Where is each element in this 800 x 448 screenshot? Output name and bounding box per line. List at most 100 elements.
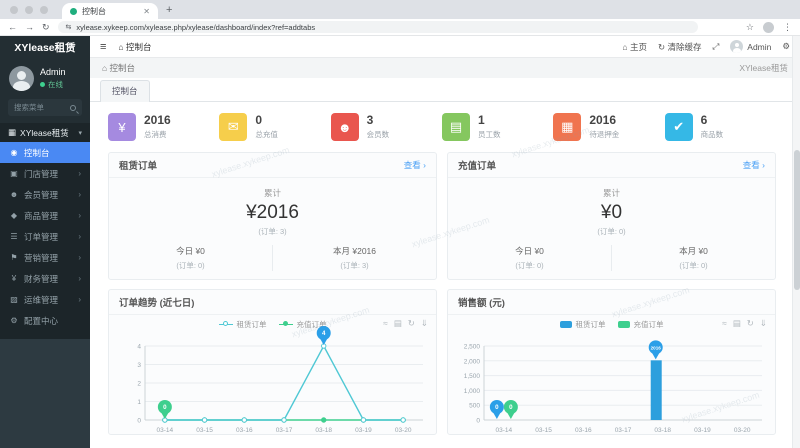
svg-text:0: 0 [137,418,141,425]
panel-title: 充值订单 [458,161,497,172]
back-icon[interactable]: ← [8,22,17,32]
svg-text:0: 0 [509,404,513,411]
check-icon: ✔ [664,113,693,141]
stat-pending-deposit: ▦ 2016 待退押金 [553,113,664,141]
svg-text:0: 0 [495,404,499,411]
today-stat: 今日 ¥0 (订单: 0) [109,245,273,271]
scrollbar-thumb[interactable] [794,150,800,290]
svg-text:0: 0 [163,404,167,411]
browser-actions: ☆ ⋮ [746,21,792,33]
tab-dashboard[interactable]: 控制台 [100,80,150,102]
home-icon: ⌂ [118,41,124,52]
clear-cache-link[interactable]: ↻ 清除缓存 [658,41,702,53]
sidebar-item-dashboard[interactable]: ◉ 控制台 [0,142,90,163]
view-link[interactable]: 查看 › [743,159,765,171]
sidebar-item-members[interactable]: ☻ 会员管理 › [0,184,90,205]
stat-label: 总消费 [144,130,167,139]
dashboard-icon: ◉ [10,148,18,157]
user-status: 在线 [40,79,66,90]
total-amount: ¥2016 [246,202,299,223]
hamburger-icon[interactable]: ≡ [100,41,106,53]
reload-icon[interactable]: ↻ [42,22,50,33]
svg-text:1,500: 1,500 [463,373,480,380]
svg-text:03-20: 03-20 [394,427,411,434]
grid-icon: ▦ [553,113,582,141]
dashboard-content: xylease.xykeep.com xylease.xykeep.com xy… [90,102,800,448]
download-icon[interactable]: ⇓ [421,318,428,329]
breadcrumb-dashboard[interactable]: ⌂ 控制台 [102,62,135,74]
svg-text:500: 500 [469,403,480,410]
sidebar-menu: ▦ XYlease租赁 ▾ ◉ 控制台 ▣ 门店管理 › ☻ 会员管理 › ◆ … [0,123,90,339]
bar-chart-icon[interactable]: ▤ [394,318,402,329]
bar-chart-icon[interactable]: ▤ [733,318,741,329]
line-chart-icon[interactable]: ≈ [383,318,388,329]
menu-search[interactable] [8,99,82,116]
sidebar-item-goods[interactable]: ◆ 商品管理 › [0,205,90,226]
flag-icon: ⚑ [10,253,18,262]
browser-menu-icon[interactable]: ⋮ [783,22,792,33]
menu-group-header[interactable]: ▦ XYlease租赁 ▾ [0,123,90,142]
users-icon: ☻ [330,113,359,141]
svg-text:2: 2 [137,381,141,388]
store-icon: ▣ [10,169,18,178]
chart-toolbox: ≈ ▤ ↻ ⇓ [722,318,767,329]
browser-profile-avatar[interactable] [763,21,774,33]
sidebar: XYlease租赁 Admin 在线 ▦ XYlease租赁 ▾ [0,36,90,448]
svg-text:0: 0 [476,418,480,425]
settings-gear-icon[interactable]: ⚙ [782,41,790,52]
svg-text:03-18: 03-18 [315,427,332,434]
home-link[interactable]: ⌂ 主页 [622,41,647,53]
chart-toolbox: ≈ ▤ ↻ ⇓ [383,318,428,329]
sidebar-item-finance[interactable]: ¥ 财务管理 › [0,268,90,289]
sales-chart: 0 500 1,000 1,500 2,000 2,500 03-14 03-15 03-16 0… [463,340,762,434]
restore-icon[interactable]: ↻ [747,318,754,329]
menu-search-input[interactable] [14,103,66,112]
site-info-icon[interactable]: ⇆ [66,23,72,31]
stat-label: 员工数 [477,130,501,139]
online-dot-icon [40,82,45,87]
sidebar-item-marketing[interactable]: ⚑ 营销管理 › [0,247,90,268]
restore-icon[interactable]: ↻ [408,318,415,329]
bookmark-star-icon[interactable]: ☆ [746,22,754,33]
legend-item[interactable]: 充值订单 [617,319,664,330]
panel-title: 租赁订单 [119,161,158,172]
svg-text:03-18: 03-18 [654,427,671,434]
sidebar-item-ops[interactable]: ▨ 运维管理 › [0,289,90,310]
svg-text:03-16: 03-16 [574,427,591,434]
stat-employee-count: ▤ 1 员工数 [441,113,553,141]
stat-value: 1 [477,113,485,127]
scrollbar[interactable] [792,36,800,448]
legend-item[interactable]: 租赁订单 [559,319,606,330]
cube-icon: ◆ [10,211,18,220]
download-icon[interactable]: ⇓ [760,318,767,329]
user-avatar[interactable] [9,66,34,91]
total-orders: (订单: 0) [597,227,626,236]
browser-tabstrip: 控制台 ✕ + [0,0,800,19]
line-chart-icon[interactable]: ≈ [722,318,727,329]
forward-icon[interactable]: → [25,22,34,32]
maximize-window-button[interactable] [40,6,48,14]
view-link[interactable]: 查看 › [404,159,426,171]
sidebar-item-stores[interactable]: ▣ 门店管理 › [0,163,90,184]
sidebar-item-config[interactable]: ⚙ 配置中心 [0,310,90,331]
chart-title: 订单趋势 (近七日) [119,298,195,309]
tab-close-icon[interactable]: ✕ [143,7,150,16]
legend-item[interactable]: 租赁订单 [218,319,267,330]
address-bar[interactable]: ⇆ xylease.xykeep.com/xylease.php/xylease… [57,21,698,33]
chevron-down-icon: ▾ [78,129,82,137]
browser-urlrow: ← → ↻ ⇆ xylease.xykeep.com/xylease.php/x… [0,19,800,36]
svg-text:03-15: 03-15 [535,427,552,434]
fullscreen-icon[interactable]: ⤢ [712,41,719,52]
browser-tab-title: 控制台 [82,6,106,16]
topbar-tab-dashboard[interactable]: ⌂ 控制台 [118,41,151,53]
chevron-right-icon: › [78,190,81,199]
window-controls[interactable] [0,6,58,19]
minimize-window-button[interactable] [25,6,33,14]
admin-menu[interactable]: Admin [730,40,771,53]
new-tab-button[interactable]: + [166,4,172,19]
favicon-icon [70,7,77,15]
stat-member-count: ☻ 3 会员数 [330,113,442,141]
browser-tab[interactable]: 控制台 ✕ [62,3,158,19]
sidebar-item-orders[interactable]: ☰ 订单管理 › [0,226,90,247]
close-window-button[interactable] [10,6,18,14]
